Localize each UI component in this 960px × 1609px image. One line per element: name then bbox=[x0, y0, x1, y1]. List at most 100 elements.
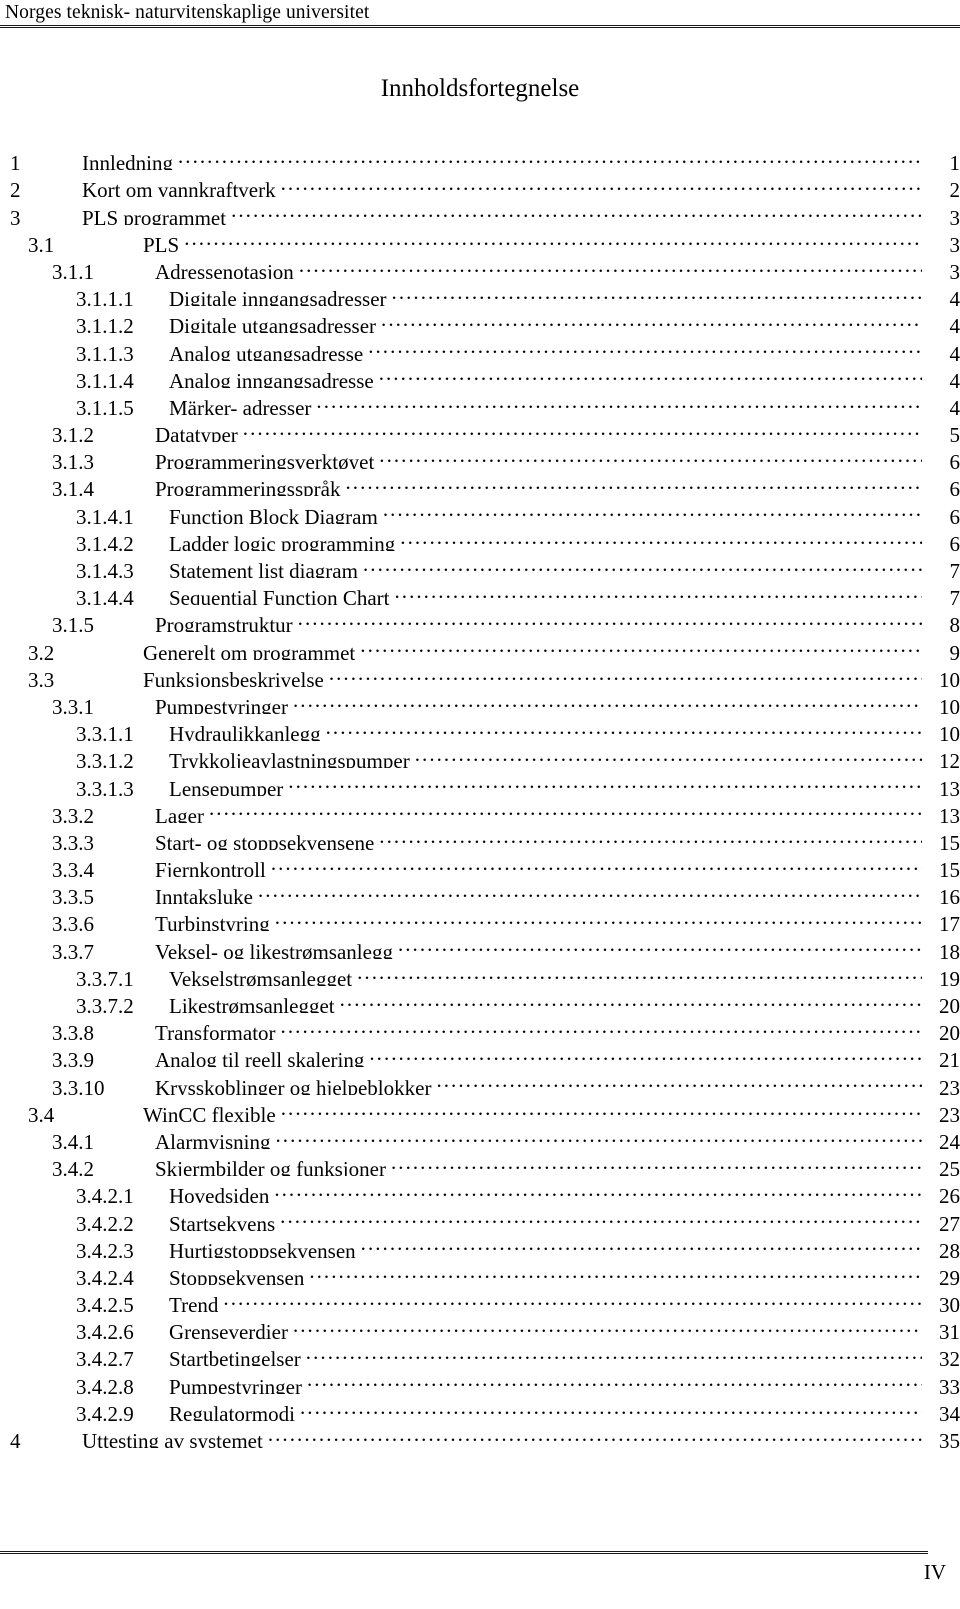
toc-dot-leader bbox=[281, 170, 922, 197]
toc-entry[interactable]: 3.3.6 Turbinstyring 17 bbox=[0, 904, 960, 931]
toc-entry[interactable]: 3.1.4.4 Sequential Function Chart 7 bbox=[0, 578, 960, 605]
toc-entry[interactable]: 3.1.1.2 Digitale utgangsadresser 4 bbox=[0, 306, 960, 333]
toc-entry-number: 3.3.9 bbox=[52, 1048, 94, 1068]
toc-entry[interactable]: 3.4.2.6 Grenseverdier 31 bbox=[0, 1312, 960, 1339]
toc-dot-leader bbox=[316, 388, 922, 415]
toc-entry[interactable]: 3.4 WinCC flexible 23 bbox=[0, 1095, 960, 1122]
toc-dot-leader bbox=[357, 959, 922, 986]
toc-entry-page-number: 25 bbox=[939, 1157, 960, 1177]
toc-dot-leader bbox=[436, 1067, 922, 1094]
header-divider bbox=[0, 25, 960, 28]
toc-entry[interactable]: 3.1 PLS 3 bbox=[0, 225, 960, 252]
toc-entry[interactable]: 3.4.2.1 Hovedsiden 26 bbox=[0, 1176, 960, 1203]
toc-entry[interactable]: 3.4.2.2 Startsekvens 27 bbox=[0, 1203, 960, 1230]
toc-entry-number: 3.1.5 bbox=[52, 613, 94, 633]
toc-entry-page-number: 35 bbox=[939, 1429, 960, 1448]
toc-dot-leader bbox=[394, 578, 922, 605]
toc-entry-page-number: 19 bbox=[939, 966, 960, 986]
toc-entry[interactable]: 3.3.8 Transformator 20 bbox=[0, 1013, 960, 1040]
toc-entry-title: Kort om vannkraftverk bbox=[82, 178, 276, 198]
toc-entry-number: 3.3.7.2 bbox=[76, 994, 134, 1013]
toc-dot-leader bbox=[392, 279, 922, 306]
toc-entry-page-number: 21 bbox=[939, 1048, 960, 1068]
toc-entry[interactable]: 3.1.4 Programmeringsspråk 6 bbox=[0, 469, 960, 496]
toc-entry[interactable]: 3.2 Generelt om programmet 9 bbox=[0, 632, 960, 659]
toc-entry[interactable]: 3.1.1.5 Märker- adresser 4 bbox=[0, 388, 960, 415]
toc-entry-page-number: 20 bbox=[939, 994, 960, 1013]
toc-entry[interactable]: 3.1.3 Programmeringsverktøyet 6 bbox=[0, 442, 960, 469]
toc-entry[interactable]: 3.4.2 Skjermbilder og funksjoner 25 bbox=[0, 1149, 960, 1176]
toc-entry-title: Digitale utgangsadresser bbox=[169, 314, 377, 334]
toc-entry[interactable]: 3.1.5 Programstruktur 8 bbox=[0, 605, 960, 632]
toc-dot-leader bbox=[379, 361, 922, 388]
toc-entry[interactable]: 3.3.9 Analog til reell skalering 21 bbox=[0, 1040, 960, 1067]
toc-entry[interactable]: 3.3.1 Pumpestyringer 10 bbox=[0, 687, 960, 714]
toc-entry[interactable]: 3.4.2.4 Stoppsekvensen 29 bbox=[0, 1258, 960, 1285]
toc-entry-title: Datatyper bbox=[155, 423, 238, 443]
toc-entry[interactable]: 3.4.2.5 Trend 30 bbox=[0, 1285, 960, 1312]
toc-entry[interactable]: 3.1.4.3 Statement list diagram 7 bbox=[0, 551, 960, 578]
toc-entry[interactable]: 3.1.2 Datatyper 5 bbox=[0, 415, 960, 442]
toc-entry[interactable]: 3.3 Funksjonsbeskrivelse 10 bbox=[0, 660, 960, 687]
toc-entry-page-number: 6 bbox=[949, 531, 960, 551]
toc-entry[interactable]: 3.3.1.2 Trykkoljeavlastningspumper 12 bbox=[0, 741, 960, 768]
toc-entry[interactable]: 3.3.7.2 Likestrømsanlegget 20 bbox=[0, 986, 960, 1013]
toc-entry-title: Analog til reell skalering bbox=[155, 1048, 365, 1068]
toc-entry-page-number: 3 bbox=[949, 205, 960, 225]
toc-entry-number: 3.2 bbox=[28, 640, 55, 660]
toc-entry-number: 3.3.4 bbox=[52, 858, 94, 878]
toc-entry[interactable]: 3.3.2 Lager 13 bbox=[0, 796, 960, 823]
toc-entry[interactable]: 3.3.3 Start- og stoppsekvensene 15 bbox=[0, 823, 960, 850]
toc-entry[interactable]: 3.1.1.4 Analog inngangsadresse 4 bbox=[0, 361, 960, 388]
toc-entry[interactable]: 3.4.2.3 Hurtigstoppsekvensen 28 bbox=[0, 1231, 960, 1258]
toc-entry-title: Inntaksluke bbox=[155, 885, 253, 905]
footer-page-number: IV bbox=[923, 1560, 946, 1584]
toc-dot-leader bbox=[415, 741, 922, 768]
toc-entry-title: Statement list diagram bbox=[169, 559, 358, 578]
toc-entry[interactable]: 3.1.1.1 Digitale inngangsadresser 4 bbox=[0, 279, 960, 306]
toc-entry[interactable]: 3.3.1.3 Lensepumper 13 bbox=[0, 768, 960, 795]
toc-entry-number: 3.1.1.2 bbox=[76, 314, 134, 334]
toc-entry[interactable]: 3.1.4.2 Ladder logic programming 6 bbox=[0, 524, 960, 551]
toc-entry-number: 1 bbox=[10, 151, 21, 171]
toc-entry[interactable]: 3.4.2.8 Pumpestyringer 33 bbox=[0, 1366, 960, 1393]
toc-entry[interactable]: 3.1.4.1 Function Block Diagram 6 bbox=[0, 496, 960, 523]
toc-entry[interactable]: 3.3.5 Inntaksluke 16 bbox=[0, 877, 960, 904]
toc-entry-title: Krysskoblinger og hjelpeblokker bbox=[155, 1075, 432, 1095]
toc-entry-number: 3.3.1.2 bbox=[76, 749, 134, 769]
toc-entry-title: WinCC flexible bbox=[143, 1102, 276, 1122]
toc-entry[interactable]: 3.1.1 Adressenotasjon 3 bbox=[0, 252, 960, 279]
toc-entry-number: 3.4.2.1 bbox=[76, 1184, 134, 1204]
toc-entry-page-number: 32 bbox=[939, 1347, 960, 1367]
toc-entry-page-number: 8 bbox=[949, 613, 960, 633]
toc-entry-page-number: 26 bbox=[939, 1184, 960, 1204]
toc-entry-number: 4 bbox=[10, 1429, 21, 1448]
toc-entry[interactable]: 3.4.1 Alarmvisning 24 bbox=[0, 1122, 960, 1149]
toc-entry[interactable]: 2 Kort om vannkraftverk 2 bbox=[0, 170, 960, 197]
toc-entry-page-number: 16 bbox=[939, 885, 960, 905]
table-of-contents: 1Innledning12Kort om vannkraftverk23PLS … bbox=[0, 143, 960, 1448]
toc-entry-number: 3.1.4.1 bbox=[76, 504, 134, 524]
toc-entry-page-number: 5 bbox=[949, 423, 960, 443]
toc-entry-page-number: 6 bbox=[949, 450, 960, 470]
toc-entry[interactable]: 3.3.1.1 Hydraulikkanlegg 10 bbox=[0, 714, 960, 741]
toc-entry-number: 3 bbox=[10, 205, 21, 225]
toc-entry[interactable]: 3 PLS programmet 3 bbox=[0, 197, 960, 224]
toc-dot-leader bbox=[363, 551, 922, 578]
toc-entry[interactable]: 3.1.1.3 Analog utgangsadresse 4 bbox=[0, 333, 960, 360]
toc-entry-title: Pumpestyringer bbox=[169, 1374, 302, 1394]
toc-entry-page-number: 2 bbox=[949, 178, 960, 198]
toc-entry[interactable]: 3.3.7.1 Vekselstrømsanlegget 19 bbox=[0, 959, 960, 986]
toc-dot-leader bbox=[275, 904, 922, 931]
toc-entry[interactable]: 3.3.4 Fjernkontroll 15 bbox=[0, 850, 960, 877]
toc-entry-title: Start- og stoppsekvensene bbox=[155, 830, 375, 850]
toc-entry[interactable]: 4 Uttesting av systemet 35 bbox=[0, 1421, 960, 1448]
toc-entry-number: 3.3.7.1 bbox=[76, 966, 134, 986]
toc-entry[interactable]: 3.4.2.7 Startbetingelser 32 bbox=[0, 1339, 960, 1366]
toc-entry[interactable]: 3.4.2.9 Regulatormodi 34 bbox=[0, 1394, 960, 1421]
toc-entry[interactable]: 3.3.7 Veksel- og likestrømsanlegg 18 bbox=[0, 931, 960, 958]
toc-entry[interactable]: 3.3.10 Krysskoblinger og hjelpeblokker 23 bbox=[0, 1067, 960, 1094]
toc-entry-number: 3.3.1.3 bbox=[76, 776, 134, 796]
toc-entry[interactable]: 1 Innledning 1 bbox=[0, 143, 960, 170]
toc-entry-page-number: 4 bbox=[949, 368, 960, 388]
